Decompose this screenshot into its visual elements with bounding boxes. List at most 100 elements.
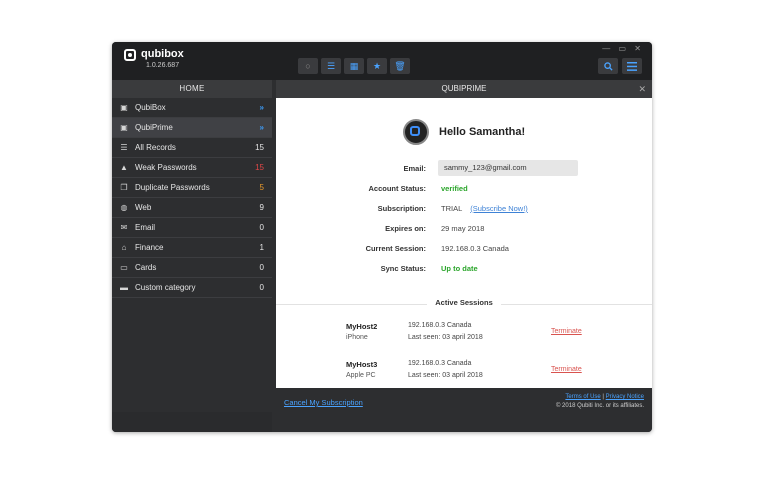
- globe-icon: ◍: [120, 203, 128, 212]
- terminate-session-link[interactable]: Terminate: [551, 328, 582, 335]
- sidebar-item-label: Finance: [135, 243, 164, 252]
- legal-links: Terms of Use | Privacy Notice © 2018 Qub…: [556, 394, 644, 409]
- subscription-value-wrap: TRIAL (Subscribe Now!): [441, 204, 528, 213]
- sidebar-item-count: 1: [259, 243, 264, 252]
- sidebar-item-qubiprime[interactable]: ▣ QubiPrime »: [112, 118, 272, 138]
- panel-title: QUBIPRIME: [441, 84, 487, 93]
- star-icon[interactable]: ★: [367, 58, 387, 74]
- sidebar-item-count: 0: [259, 283, 264, 292]
- panel-footer: Cancel My Subscription Terms of Use | Pr…: [276, 388, 652, 432]
- session-device: Apple PC: [346, 372, 376, 379]
- sidebar-item-weak-passwords[interactable]: ▲ Weak Passwords 15: [112, 158, 272, 178]
- email-row: Email: sammy_123@gmail.com: [276, 160, 652, 176]
- subscribe-now-link[interactable]: (Subscribe Now!): [470, 204, 528, 213]
- active-sessions-heading: Active Sessions: [276, 298, 652, 310]
- sidebar-item-label: All Records: [135, 143, 176, 152]
- sidebar-item-count: 9: [259, 203, 264, 212]
- greeting-text: Hello Samantha!: [439, 126, 526, 138]
- sidebar-header: HOME: [112, 80, 272, 98]
- sidebar-item-label: Duplicate Passwords: [135, 183, 210, 192]
- sidebar-item-count: 5: [259, 183, 264, 192]
- sync-status-row: Sync Status: Up to date: [276, 262, 652, 276]
- current-session-value: 192.168.0.3 Canada: [441, 244, 509, 253]
- active-sessions-title: Active Sessions: [427, 298, 501, 307]
- subscription-value: TRIAL: [441, 204, 463, 213]
- email-field[interactable]: sammy_123@gmail.com: [438, 160, 578, 176]
- subscription-row: Subscription: TRIAL (Subscribe Now!): [276, 202, 652, 216]
- sync-status-value: Up to date: [441, 264, 478, 273]
- window-controls[interactable]: — ▭ ✕: [602, 44, 644, 53]
- folder-icon: ▬: [120, 283, 128, 292]
- privacy-notice-link[interactable]: Privacy Notice: [606, 394, 644, 400]
- session-host: MyHost3: [346, 360, 378, 369]
- session-location: 192.168.0.3 Canada: [408, 322, 472, 329]
- envelope-icon: ✉: [120, 223, 128, 232]
- sidebar-item-label: Web: [135, 203, 152, 212]
- panel-header: QUBIPRIME ✕: [276, 80, 652, 98]
- menu-button[interactable]: [622, 58, 642, 74]
- title-bar: qubibox 1.0.26.687 ○ ☰ ▦ ★ 🗑 — ▭ ✕: [112, 42, 652, 80]
- sidebar-footer: [112, 412, 272, 432]
- qubiprime-icon: ▣: [120, 123, 128, 132]
- session-device: iPhone: [346, 334, 368, 341]
- bank-icon: ⌂: [121, 243, 127, 252]
- session-row: MyHost2 iPhone 192.168.0.3 Canada Last s…: [276, 322, 652, 346]
- qubiprime-avatar-icon: [403, 119, 429, 145]
- sidebar-item-count: »: [259, 103, 264, 112]
- sidebar-item-label: Email: [135, 223, 156, 232]
- sidebar-item-duplicate-passwords[interactable]: ❐ Duplicate Passwords 5: [112, 178, 272, 198]
- qubiprime-panel: Hello Samantha! Email: sammy_123@gmail.c…: [276, 98, 652, 388]
- search-button[interactable]: [598, 58, 618, 74]
- greeting: Hello Samantha!: [403, 118, 525, 146]
- email-label: Email:: [403, 164, 426, 173]
- cancel-subscription-link[interactable]: Cancel My Subscription: [284, 398, 363, 407]
- session-row: MyHost3 Apple PC 192.168.0.3 Canada Last…: [276, 360, 652, 384]
- close-icon[interactable]: ✕: [638, 80, 646, 98]
- sidebar: HOME ▣ QubiBox » ▣ QubiPrime » ☰ All Rec…: [112, 80, 272, 432]
- terms-of-use-link[interactable]: Terms of Use: [565, 394, 600, 400]
- trash-icon[interactable]: 🗑: [390, 58, 410, 74]
- password-generator-icon[interactable]: ▦: [344, 58, 364, 74]
- sidebar-item-all-records[interactable]: ☰ All Records 15: [112, 138, 272, 158]
- sidebar-item-finance[interactable]: ⌂ Finance 1: [112, 238, 272, 258]
- sidebar-item-count: 15: [255, 163, 264, 172]
- current-session-row: Current Session: 192.168.0.3 Canada: [276, 242, 652, 256]
- sidebar-item-web[interactable]: ◍ Web 9: [112, 198, 272, 218]
- hamburger-icon: [627, 61, 637, 71]
- copyright-text: © 2018 Qubiti Inc. or its affiliates.: [555, 403, 644, 409]
- search-icon: [603, 61, 613, 71]
- sidebar-item-count: 15: [255, 143, 264, 152]
- sidebar-item-qubibox[interactable]: ▣ QubiBox »: [112, 98, 272, 118]
- expires-value: 29 may 2018: [441, 224, 485, 233]
- app-version: 1.0.26.687: [146, 62, 180, 69]
- app-name: qubibox: [141, 48, 184, 60]
- sidebar-item-label: Weak Passwords: [135, 163, 197, 172]
- list-add-icon[interactable]: ☰: [321, 58, 341, 74]
- card-icon: ▭: [120, 263, 128, 272]
- sidebar-item-cards[interactable]: ▭ Cards 0: [112, 258, 272, 278]
- sidebar-item-label: Custom category: [135, 283, 196, 292]
- list-icon: ☰: [120, 143, 128, 152]
- expires-row: Expires on: 29 may 2018: [276, 222, 652, 236]
- session-host: MyHost2: [346, 322, 378, 331]
- subscription-label: Subscription:: [377, 204, 426, 213]
- sync-status-label: Sync Status:: [380, 264, 426, 273]
- current-session-label: Current Session:: [365, 244, 426, 253]
- sidebar-item-count: »: [259, 123, 264, 132]
- sidebar-item-label: Cards: [135, 263, 157, 272]
- sidebar-item-label: QubiPrime: [135, 123, 173, 132]
- expires-label: Expires on:: [385, 224, 426, 233]
- qubibox-logo-icon: [124, 49, 136, 61]
- qubibox-icon: ▣: [120, 103, 128, 112]
- session-last-seen: Last seen: 03 april 2018: [408, 334, 483, 341]
- sidebar-item-email[interactable]: ✉ Email 0: [112, 218, 272, 238]
- sidebar-item-label: QubiBox: [135, 103, 166, 112]
- legal-link-row: Terms of Use | Privacy Notice: [556, 394, 644, 400]
- sidebar-item-custom-category[interactable]: ▬ Custom category 0: [112, 278, 272, 298]
- header-actions: [598, 58, 642, 74]
- account-status-value: verified: [441, 184, 468, 193]
- terminate-session-link[interactable]: Terminate: [551, 366, 582, 373]
- warning-icon: ▲: [120, 163, 128, 172]
- circle-icon[interactable]: ○: [298, 58, 318, 74]
- duplicate-icon: ❐: [120, 183, 128, 192]
